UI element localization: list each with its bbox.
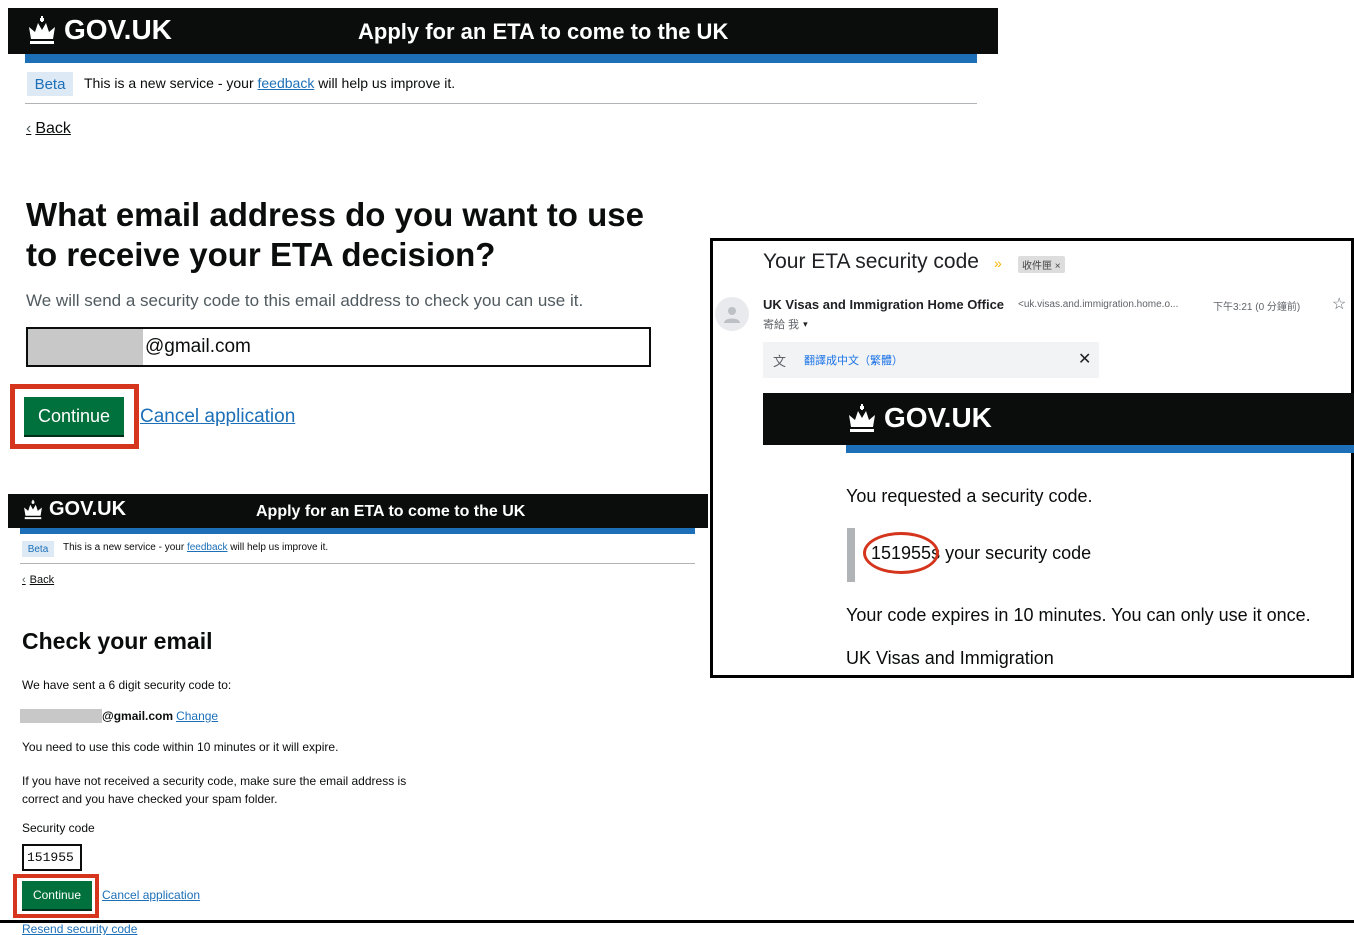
feedback-link[interactable]: feedback — [258, 75, 315, 91]
email-timestamp: 下午3:21 (0 分鐘前) — [1213, 302, 1301, 313]
page-title: What email address do you want to use to… — [26, 195, 644, 274]
email-input-value: @gmail.com — [145, 336, 251, 357]
govuk-header: GOV.UK Apply for an ETA to come to the U… — [8, 494, 708, 528]
translate-link[interactable]: 翻譯成中文（繁體） — [804, 352, 903, 368]
continue-button[interactable]: Continue — [22, 881, 92, 909]
star-icon[interactable]: ☆ — [1332, 294, 1346, 314]
not-received-text: If you have not received a security code… — [22, 772, 406, 808]
phase-banner-text: This is a new service - your feedback wi… — [84, 75, 455, 91]
banner-divider — [25, 103, 977, 104]
page-title-line-1: What email address do you want to use — [26, 196, 644, 233]
redacted-email-prefix — [28, 329, 143, 365]
email-message-view: Your ETA security code » 收件匣 × UK Visas … — [710, 238, 1354, 678]
beta-tag: Beta — [22, 541, 54, 557]
page-title: Check your email — [22, 628, 213, 654]
banner-text-after: will help us improve it. — [227, 542, 329, 553]
sent-email-value: @gmail.com — [102, 708, 174, 723]
chevron-left-icon: ‹ — [26, 120, 32, 137]
expiry-text: You need to use this code within 10 minu… — [22, 740, 339, 754]
phase-banner-text: This is a new service - your feedback wi… — [63, 542, 328, 553]
resend-security-code-link[interactable]: Resend security code — [22, 922, 137, 935]
page-title-line-2: to receive your ETA decision? — [26, 235, 496, 273]
inbox-label-chip[interactable]: 收件匣 × — [1018, 256, 1065, 273]
security-code-label: Security code — [22, 821, 95, 835]
banner-text-before: This is a new service - your — [84, 75, 258, 91]
service-name[interactable]: Apply for an ETA to come to the UK — [256, 503, 525, 521]
cancel-application-link[interactable]: Cancel application — [102, 888, 200, 902]
change-email-link[interactable]: Change — [176, 709, 218, 723]
importance-marker-icon[interactable]: » — [994, 255, 1002, 271]
person-icon — [724, 307, 740, 323]
back-link-label: Back — [35, 120, 71, 137]
banner-text-after: will help us improve it. — [314, 75, 456, 91]
govuk-logo-text: GOV.UK — [49, 498, 127, 520]
requested-code-text: You requested a security code. — [846, 486, 1093, 506]
back-link[interactable]: ‹ Back — [22, 574, 54, 586]
crown-icon — [29, 16, 55, 44]
not-received-line-1: If you have not received a security code… — [22, 774, 407, 788]
header-blue-bar — [20, 528, 695, 534]
sent-code-text: We have sent a 6 digit security code to: — [22, 678, 232, 692]
chevron-left-icon: ‹ — [22, 574, 26, 586]
email-govuk-header: GOV.UK — [763, 393, 1354, 445]
crown-icon — [24, 499, 42, 520]
email-blue-bar — [846, 445, 1354, 453]
translate-icon: 文 — [773, 353, 787, 369]
annotation-highlight-ellipse — [863, 532, 939, 574]
close-icon[interactable]: ✕ — [1078, 349, 1091, 369]
inset-text-bar — [847, 528, 855, 582]
recipient-line[interactable]: 寄給 我 ▾ — [763, 316, 808, 332]
email-signoff: UK Visas and Immigration — [846, 648, 1054, 668]
back-link-label: Back — [29, 574, 55, 586]
caret-down-icon: ▾ — [803, 318, 808, 329]
govuk-logo[interactable]: GOV.UK — [26, 14, 172, 46]
continue-button[interactable]: Continue — [24, 397, 124, 435]
check-email-page: GOV.UK Apply for an ETA to come to the U… — [0, 490, 710, 935]
govuk-header: GOV.UK Apply for an ETA to come to the U… — [8, 8, 998, 54]
cancel-application-link[interactable]: Cancel application — [140, 406, 295, 428]
crown-icon — [849, 404, 875, 432]
banner-divider — [20, 563, 695, 564]
email-hint: We will send a security code to this ema… — [26, 291, 584, 310]
not-received-line-2: correct and you have checked your spam f… — [22, 792, 278, 806]
email-input[interactable]: @gmail.com — [26, 327, 651, 367]
sent-email-row: @gmail.com Change — [20, 708, 218, 723]
feedback-link[interactable]: feedback — [187, 542, 228, 553]
beta-tag: Beta — [27, 72, 73, 96]
translate-bar: 文 翻譯成中文（繁體） — [763, 342, 1099, 378]
header-blue-bar — [25, 54, 977, 63]
security-code-suffix: s your security code — [931, 543, 1092, 563]
govuk-logo-text: GOV.UK — [884, 402, 992, 433]
code-expiry-text: Your code expires in 10 minutes. You can… — [846, 605, 1311, 625]
bottom-divider — [0, 920, 1354, 923]
back-link[interactable]: ‹ Back — [26, 120, 71, 138]
govuk-logo: GOV.UK — [846, 402, 992, 434]
banner-text-before: This is a new service - your — [63, 542, 187, 553]
security-code-input[interactable]: 151955 — [22, 844, 82, 871]
redacted-email-prefix — [20, 708, 102, 723]
govuk-logo[interactable]: GOV.UK — [22, 498, 126, 521]
govuk-logo-text: GOV.UK — [64, 14, 172, 45]
sender-email: <uk.visas.and.immigration.home.o... — [1018, 299, 1179, 310]
recipient-text: 寄給 我 — [763, 319, 800, 331]
sender-avatar — [715, 297, 749, 331]
email-subject: Your ETA security code — [763, 250, 979, 273]
sender-name[interactable]: UK Visas and Immigration Home Office — [763, 297, 1004, 312]
service-name[interactable]: Apply for an ETA to come to the UK — [358, 19, 728, 45]
